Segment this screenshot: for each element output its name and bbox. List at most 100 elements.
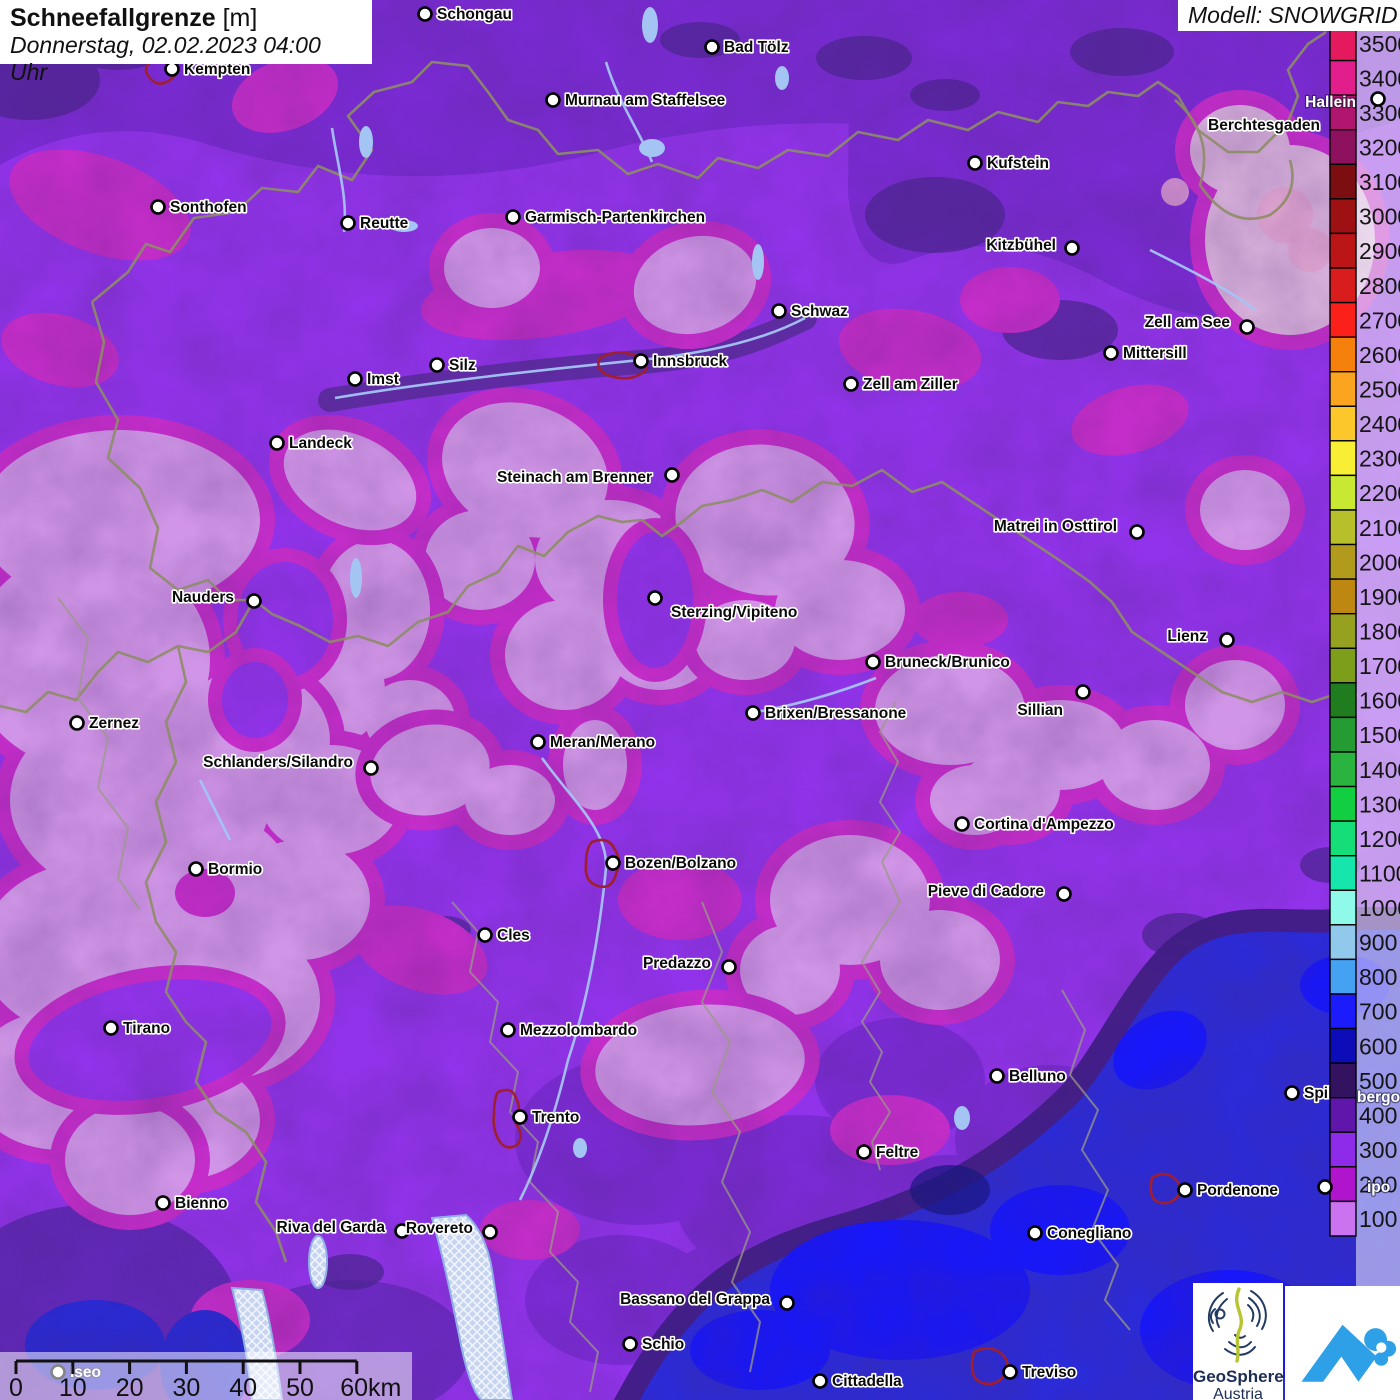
legend-segment-400: [1330, 1098, 1356, 1133]
legend-segment-600: [1330, 1029, 1356, 1064]
legend-segment-2300: [1330, 441, 1356, 476]
city-silz: Silz: [431, 357, 476, 374]
legend-segment-1300: [1330, 787, 1356, 822]
city-dot: [349, 373, 362, 386]
city-dot: [1372, 93, 1385, 106]
city-dot: [1066, 242, 1079, 255]
city-dot: [607, 857, 620, 870]
city-dot: [649, 592, 662, 605]
city-schio: Schio: [624, 1336, 685, 1353]
city-label: Cles: [497, 927, 530, 944]
legend-label-2600: 2600: [1359, 342, 1400, 368]
legend-segment-2700: [1330, 303, 1356, 338]
city-label: Predazzo: [643, 955, 711, 972]
city-label: Bassano del Grappa: [620, 1291, 770, 1308]
city-dot: [484, 1226, 497, 1239]
legend-label-2000: 2000: [1359, 549, 1400, 575]
city-bozen-bolzano: Bozen/Bolzano: [607, 855, 737, 872]
city-label: Reutte: [360, 215, 409, 232]
city-dot: [507, 211, 520, 224]
city-label: Sterzing/Vipiteno: [671, 604, 797, 621]
legend-label-2100: 2100: [1359, 515, 1400, 541]
legend-label-700: 700: [1359, 999, 1397, 1025]
city-dot: [547, 94, 560, 107]
scalebar-label: 20: [116, 1374, 144, 1400]
city-label: Hallein: [1305, 94, 1356, 111]
city-bienno: Bienno: [157, 1195, 228, 1212]
city-label: Steinach am Brenner: [497, 469, 652, 486]
city-dot: [157, 1197, 170, 1210]
legend-segment-2400: [1330, 406, 1356, 441]
city-bassano-del-grappa: Bassano del Grappa: [620, 1291, 793, 1310]
legend-segment-1600: [1330, 683, 1356, 718]
city-dot: [624, 1338, 637, 1351]
city-label: Bad Tölz: [724, 39, 789, 56]
city-label: Schwaz: [791, 303, 848, 320]
city-dot: [190, 863, 203, 876]
legend-label-1000: 1000: [1359, 895, 1400, 921]
city-label: Kitzbühel: [986, 237, 1056, 254]
city-dot: [365, 762, 378, 775]
legend-label-2800: 2800: [1359, 273, 1400, 299]
city-mezzolombardo: Mezzolombardo: [502, 1022, 638, 1039]
legend-segment-100: [1330, 1201, 1356, 1236]
legend-segment-1800: [1330, 614, 1356, 649]
map-unit: [m]: [223, 4, 258, 32]
city-label: Schlanders/Silandro: [203, 754, 353, 771]
map-title-box: Schneefallgrenze [m] Donnerstag, 02.02.2…: [0, 0, 372, 64]
city-label: Silz: [449, 357, 476, 374]
city-dot: [1221, 634, 1234, 647]
legend-segment-900: [1330, 925, 1356, 960]
legend-segment-2100: [1330, 510, 1356, 545]
legend-label-1100: 1100: [1359, 861, 1400, 887]
legend-label-3400: 3400: [1359, 65, 1400, 91]
legend-segment-1400: [1330, 752, 1356, 787]
city-trento: Trento: [514, 1109, 580, 1126]
city-steinach-am-brenner: Steinach am Brenner: [497, 469, 679, 487]
city-berchtesgaden: Berchtesgaden: [1208, 117, 1320, 134]
city-dot: [991, 1070, 1004, 1083]
legend-label-3000: 3000: [1359, 204, 1400, 230]
geosphere-logo-box: GeoSphere Austria: [1193, 1283, 1283, 1400]
geosphere-logo-text: GeoSphere: [1193, 1368, 1283, 1386]
city-spili: Spili: [1286, 1085, 1337, 1102]
legend-label-2700: 2700: [1359, 307, 1400, 333]
city-zernez: Zernez: [71, 715, 140, 732]
model-label-box: Modell: SNOWGRID: [1178, 0, 1400, 31]
city-label: Zell am Ziller: [863, 376, 958, 393]
legend-segment-1000: [1330, 890, 1356, 925]
legend-segment-3000: [1330, 199, 1356, 234]
scalebar-label: 10: [59, 1374, 87, 1400]
city-dot: [479, 929, 492, 942]
city-label: Nauders: [172, 589, 234, 606]
legend-label-100: 100: [1359, 1206, 1397, 1232]
city-label: Cortina d'Ampezzo: [974, 816, 1114, 833]
legend-value-labels: 3500340033003200310030002900280027002600…: [1359, 31, 1400, 1232]
city-bruneck-brunico: Bruneck/Brunico: [867, 654, 1010, 671]
legend-label-3500: 3500: [1359, 31, 1400, 57]
legend-label-300: 300: [1359, 1137, 1397, 1163]
city-label: Feltre: [876, 1144, 919, 1161]
city-dot: [342, 217, 355, 230]
city-label: Bozen/Bolzano: [625, 855, 736, 872]
city-cortina-d-ampezzo: Cortina d'Ampezzo: [956, 816, 1114, 833]
city-label: Mezzolombardo: [520, 1022, 637, 1039]
legend-segment-200: [1330, 1167, 1356, 1202]
city-garmisch-partenkirchen: Garmisch-Partenkirchen: [507, 209, 706, 226]
city-label: Zernez: [89, 715, 139, 732]
city-label: Innsbruck: [653, 353, 727, 370]
city-label: Berchtesgaden: [1208, 117, 1320, 134]
legend-segment-2000: [1330, 545, 1356, 580]
city-label: Schongau: [437, 6, 512, 23]
legend-label-3200: 3200: [1359, 135, 1400, 161]
legend-label-1400: 1400: [1359, 757, 1400, 783]
legend-segment-1100: [1330, 856, 1356, 891]
mountain-logo-icon: [1285, 1286, 1400, 1400]
legend-segment-2800: [1330, 268, 1356, 303]
city-label: Sillian: [1017, 702, 1063, 719]
city-bergo: bergo: [1357, 1089, 1400, 1106]
city-label: Lienz: [1167, 628, 1207, 645]
city-dot: [248, 595, 261, 608]
city-label: Bienno: [175, 1195, 228, 1212]
city-dot: [1029, 1227, 1042, 1240]
